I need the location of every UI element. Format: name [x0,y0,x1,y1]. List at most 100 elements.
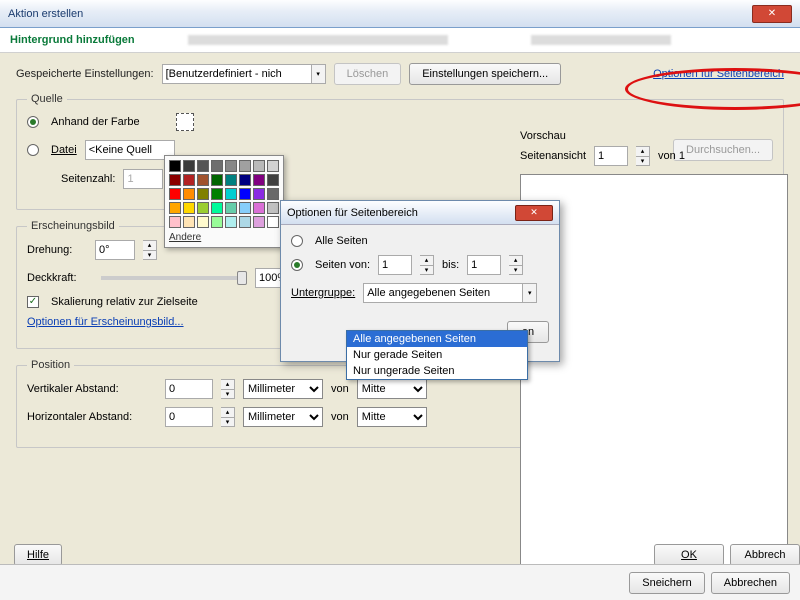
file-path-input[interactable] [85,140,175,160]
palette-swatch[interactable] [211,216,223,228]
palette-swatch[interactable] [267,202,279,214]
dropdown-option[interactable]: Nur ungerade Seiten [347,363,527,379]
palette-swatch[interactable] [225,160,237,172]
position-legend: Position [27,359,74,371]
palette-swatch[interactable] [225,188,237,200]
spinner-icon[interactable]: ▴▾ [221,379,235,399]
rotation-spinner[interactable]: ▴▾ [143,240,157,260]
subtitle-text: Hintergrund hinzufügen [10,34,135,46]
subgroup-dropdown-list: Alle angegebenen Seiten Nur gerade Seite… [346,330,528,380]
palette-swatch[interactable] [183,202,195,214]
page-count-label: Seitenzahl: [61,173,115,185]
radio-pages-from[interactable] [291,259,303,271]
palette-swatch[interactable] [225,202,237,214]
dropdown-option[interactable]: Nur gerade Seiten [347,347,527,363]
palette-swatch[interactable] [239,216,251,228]
palette-swatch[interactable] [225,174,237,186]
palette-swatch[interactable] [197,160,209,172]
radio-all-pages[interactable] [291,235,303,247]
preview-group: Vorschau Seitenansicht ▴▾ von 1 [520,130,800,574]
vertical-distance-input[interactable] [165,379,213,399]
dropdown-icon[interactable]: ▾ [523,283,537,303]
palette-swatch[interactable] [239,174,251,186]
palette-swatch[interactable] [169,216,181,228]
scale-checkbox[interactable] [27,296,39,308]
palette-swatch[interactable] [197,202,209,214]
pages-from-input[interactable] [378,255,412,275]
page-range-options-link[interactable]: Optionen für Seitenbereich [653,68,784,80]
vertical-ref-select[interactable]: Mitte [357,379,427,399]
dropdown-icon[interactable]: ▾ [312,64,326,84]
appearance-legend: Erscheinungsbild [27,220,119,232]
page-of-label: von 1 [658,150,685,162]
palette-swatch[interactable] [211,188,223,200]
footer-cancel-button[interactable]: Abbrechen [711,572,790,594]
spinner-icon[interactable]: ▴▾ [509,255,523,275]
palette-swatch[interactable] [197,216,209,228]
palette-swatch[interactable] [197,188,209,200]
palette-swatch[interactable] [169,188,181,200]
appearance-options-link[interactable]: Optionen für Erscheinungsbild... [27,316,184,328]
palette-more-link[interactable]: Andere [169,232,279,243]
page-range-title: Optionen für Seitenbereich [287,207,418,219]
page-range-titlebar: Optionen für Seitenbereich [281,201,559,225]
palette-swatch[interactable] [225,216,237,228]
horizontal-unit-select[interactable]: Millimeter [243,407,323,427]
close-icon[interactable] [752,5,792,23]
palette-swatch[interactable] [267,174,279,186]
footer-save-button[interactable]: Sneichern [629,572,705,594]
ok-button[interactable]: OK [654,544,724,566]
saved-settings-select[interactable] [162,64,312,84]
vertical-unit-select[interactable]: Millimeter [243,379,323,399]
palette-swatch[interactable] [197,174,209,186]
horizontal-distance-input[interactable] [165,407,213,427]
window-title: Aktion erstellen [8,8,83,20]
opacity-label: Deckkraft: [27,272,87,284]
horizontal-ref-select[interactable]: Mitte [357,407,427,427]
close-icon[interactable] [515,205,553,221]
scale-label: Skalierung relativ zur Zielseite [51,296,198,308]
color-swatch[interactable] [176,113,194,131]
palette-swatch[interactable] [211,160,223,172]
dialog-button-row: Hilfe OK Abbrech [14,544,800,566]
palette-swatch[interactable] [169,174,181,186]
palette-swatch[interactable] [239,202,251,214]
palette-swatch[interactable] [267,216,279,228]
palette-swatch[interactable] [183,216,195,228]
palette-swatch[interactable] [183,188,195,200]
slider-thumb[interactable] [237,271,247,285]
help-button[interactable]: Hilfe [14,544,62,566]
palette-swatch[interactable] [267,160,279,172]
spinner-icon[interactable]: ▴▾ [221,407,235,427]
palette-swatch[interactable] [267,188,279,200]
palette-swatch[interactable] [211,174,223,186]
palette-swatch[interactable] [253,216,265,228]
palette-swatch[interactable] [253,174,265,186]
radio-all-pages-label: Alle Seiten [315,235,368,247]
subgroup-label: Untergruppe: [291,287,355,299]
palette-swatch[interactable] [253,202,265,214]
spinner-icon[interactable]: ▴▾ [420,255,434,275]
palette-swatch[interactable] [183,160,195,172]
palette-swatch[interactable] [169,202,181,214]
preview-legend: Vorschau [520,130,800,142]
palette-swatch[interactable] [169,160,181,172]
palette-swatch[interactable] [253,160,265,172]
palette-grid [169,160,279,228]
palette-swatch[interactable] [211,202,223,214]
pages-to-input[interactable] [467,255,501,275]
palette-swatch[interactable] [253,188,265,200]
palette-swatch[interactable] [239,188,251,200]
cancel-button[interactable]: Abbrech [730,544,800,566]
opacity-slider[interactable] [101,276,241,280]
save-settings-button[interactable]: Einstellungen speichern... [409,63,561,85]
radio-by-color[interactable] [27,116,39,128]
radio-file[interactable] [27,144,39,156]
rotation-input[interactable] [95,240,135,260]
spinner-icon[interactable]: ▴▾ [636,146,650,166]
palette-swatch[interactable] [183,174,195,186]
subgroup-select[interactable] [363,283,523,303]
page-view-input[interactable] [594,146,628,166]
dropdown-option[interactable]: Alle angegebenen Seiten [347,331,527,347]
palette-swatch[interactable] [239,160,251,172]
